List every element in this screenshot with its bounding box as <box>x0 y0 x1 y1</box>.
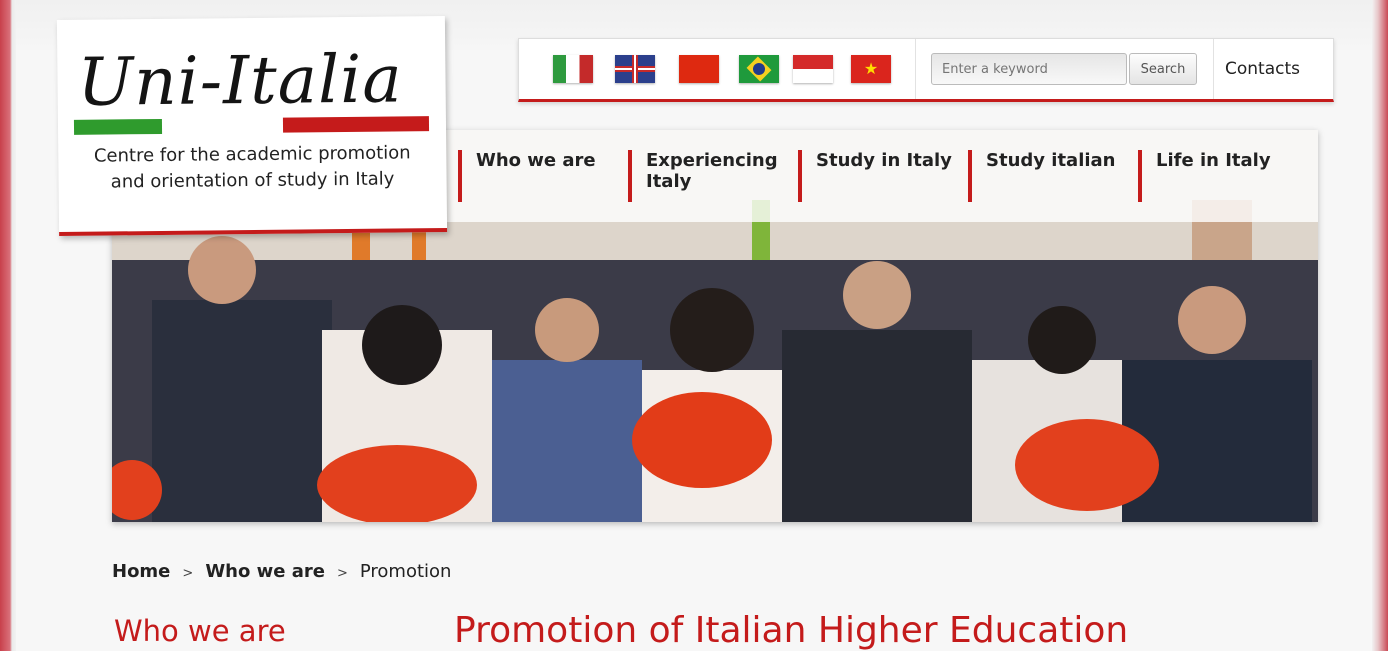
breadcrumb: Home > Who we are > Promotion <box>112 561 451 582</box>
logo-tagline: Centre for the academic promotion and or… <box>58 140 447 196</box>
sidebar-title: Who we are <box>114 614 286 648</box>
logo-tagline-line1: Centre for the academic promotion <box>93 142 411 167</box>
toolbar-divider <box>1213 39 1214 99</box>
nav-item-study-italian[interactable]: Study italian <box>968 150 1128 202</box>
breadcrumb-current: Promotion <box>359 561 452 582</box>
page-title: Promotion of Italian Higher Education <box>454 610 1129 651</box>
breadcrumb-home[interactable]: Home <box>112 561 170 582</box>
main-navigation: Who we are Experiencing Italy Study in I… <box>440 130 1318 222</box>
china-flag-icon[interactable] <box>679 55 719 83</box>
brazil-flag-icon[interactable] <box>739 55 779 83</box>
logo-green-bar <box>73 118 163 135</box>
breadcrumb-who-we-are[interactable]: Who we are <box>205 561 325 582</box>
nav-item-who-we-are[interactable]: Who we are <box>458 150 618 202</box>
toolbar-divider <box>915 39 916 99</box>
logo-wordmark: Uni-Italia <box>77 40 403 121</box>
logo-red-bar <box>282 116 430 133</box>
nav-item-study-in-italy[interactable]: Study in Italy <box>798 150 958 202</box>
site-logo[interactable]: Uni-Italia Centre for the academic promo… <box>56 15 448 237</box>
vietnam-flag-icon[interactable]: ★ <box>851 55 891 83</box>
breadcrumb-separator: > <box>182 566 194 581</box>
nav-item-life-in-italy[interactable]: Life in Italy <box>1138 150 1298 202</box>
top-toolbar: ★ Search Contacts <box>518 38 1334 102</box>
contacts-link[interactable]: Contacts <box>1225 59 1300 79</box>
nav-item-experiencing-italy[interactable]: Experiencing Italy <box>628 150 788 202</box>
italian-flag-icon[interactable] <box>553 55 593 83</box>
indonesia-flag-icon[interactable] <box>793 55 833 83</box>
uk-flag-icon[interactable] <box>615 55 655 83</box>
search-button[interactable]: Search <box>1129 53 1197 85</box>
logo-tagline-line2: and orientation of study in Italy <box>110 168 395 193</box>
breadcrumb-separator: > <box>336 566 348 581</box>
search-input[interactable] <box>931 53 1127 85</box>
